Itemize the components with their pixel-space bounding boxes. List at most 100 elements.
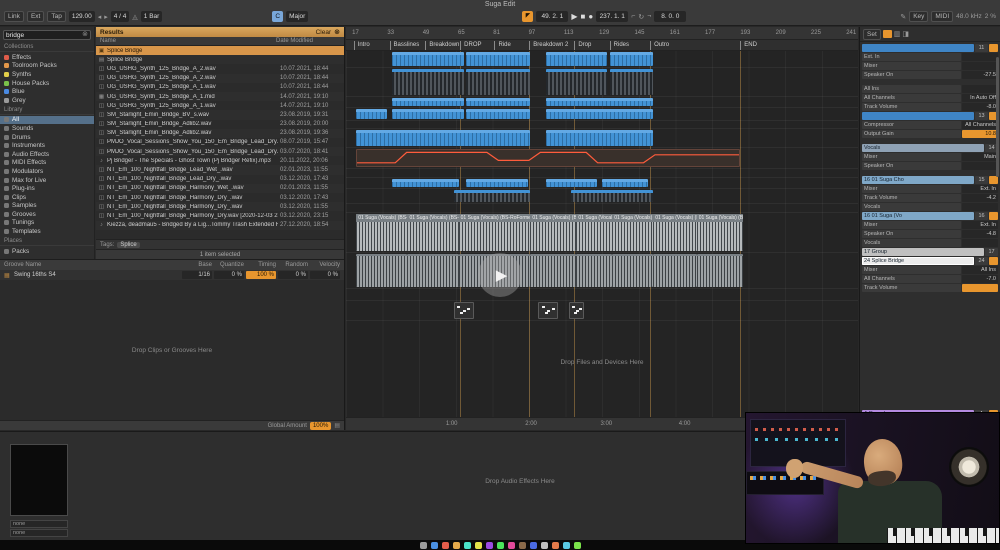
dock-icon[interactable] [573, 541, 581, 549]
groove-col-random[interactable]: Random [278, 262, 308, 268]
wave-clip[interactable] [466, 69, 531, 95]
vocalwave-clip[interactable] [653, 254, 697, 287]
locator-outro[interactable]: Outro [650, 41, 669, 50]
groove-timing-value[interactable]: 100 % [246, 271, 276, 279]
track-number[interactable]: 11 [975, 44, 988, 52]
param-label[interactable]: Compressor [862, 121, 961, 129]
dock-icon[interactable] [540, 541, 548, 549]
file-row[interactable]: ◫ SM_Starlight_Emin_Bridge_BV_s.wav 23.08.… [96, 110, 344, 120]
device-param-row[interactable]: All Channels In Auto Off [862, 94, 998, 102]
param-label[interactable]: Speaker On [862, 71, 961, 79]
link-button[interactable]: Link [4, 11, 24, 22]
device-param-row[interactable]: Vocals [862, 203, 998, 211]
device-param-row[interactable]: Speaker On -27.5 [862, 71, 998, 79]
blue-clip[interactable] [609, 52, 654, 66]
param-label[interactable]: All Channels [862, 275, 961, 283]
dock-icon[interactable] [485, 541, 493, 549]
column-date-modified[interactable]: Date Modified [276, 38, 340, 44]
nudge-down-icon[interactable]: ◂ [98, 13, 102, 21]
param-label[interactable]: Mixer [862, 153, 961, 161]
param-value[interactable]: -7.0 [962, 275, 998, 283]
track-number[interactable]: 16 [975, 212, 988, 220]
sidebar-item-packs[interactable]: Packs [0, 247, 94, 256]
sidebar-item-samples[interactable]: Samples [0, 202, 94, 211]
video-play-button[interactable]: ▶ [478, 253, 522, 297]
clear-filters-button[interactable]: Clear [316, 29, 332, 36]
io-toggle[interactable] [882, 30, 892, 38]
ext-sync-button[interactable]: Ext [26, 11, 45, 22]
dock-icon[interactable] [463, 541, 471, 549]
stop-button[interactable]: ■ [581, 11, 586, 22]
groove-pool-icon[interactable]: ▤ [334, 422, 340, 429]
file-row[interactable]: ◫ UG_USHG_Synth_125_Bridge_A_2.wav 10.07.2… [96, 73, 344, 83]
sidebar-item-max-for-live[interactable]: Max for Live [0, 176, 94, 185]
param-value[interactable]: Ext. In [962, 185, 998, 193]
vocal-clip[interactable]: 01 Suga (Vocals) (BS-RoFormer) [653, 214, 697, 251]
key-map-button[interactable]: Key [909, 11, 929, 22]
param-value[interactable]: -8.0 [962, 103, 998, 111]
arm-button[interactable] [989, 212, 998, 220]
sidebar-item-effects[interactable]: Effects [0, 53, 94, 62]
blue-clip[interactable] [392, 179, 459, 187]
wave-clip[interactable] [545, 69, 608, 95]
device-param-row[interactable]: Compressor All Channels [862, 121, 998, 129]
param-label[interactable]: Ext. In [862, 53, 961, 61]
device-chooser-2[interactable]: none [10, 529, 68, 537]
groove-col-timing[interactable]: Timing [246, 262, 276, 268]
device-param-row[interactable]: Vocals [862, 239, 998, 247]
wave-clip[interactable] [392, 69, 464, 95]
sidebar-item-blue[interactable]: Blue [0, 87, 94, 96]
file-row[interactable]: ◫ SM_Starlight_Emin_Bridge_Adlib2.wav 23.0… [96, 128, 344, 138]
groove-name-header[interactable]: Groove Name [4, 262, 180, 268]
loop-start-field[interactable]: 237. 1. 1 [596, 11, 629, 22]
nudge-up-icon[interactable]: ▸ [104, 13, 108, 21]
blue-clip[interactable] [356, 130, 531, 146]
scrollbar[interactable] [996, 57, 999, 177]
file-row[interactable]: ◫ NT_Em_100_Nightfall_Bridge_Lead_Wet_.wa… [96, 165, 344, 175]
param-value[interactable]: In Auto Off [962, 94, 998, 102]
device-param-row[interactable]: Ext. In [862, 53, 998, 61]
param-label[interactable]: Vocals [862, 203, 961, 211]
track-header-11[interactable]: 11 [862, 44, 998, 52]
param-label[interactable]: Speaker On [862, 162, 961, 170]
file-row[interactable]: ▦ UG_USHG_Synth_125_Bridge_A_1.mid 14.07.2… [96, 91, 344, 102]
param-label[interactable]: Speaker On [862, 230, 961, 238]
vocalwave-clip[interactable] [576, 254, 613, 287]
param-value[interactable]: -4.8 [962, 230, 998, 238]
groove-velocity-value[interactable]: 0 % [310, 271, 340, 279]
groove-col-base[interactable]: Base [182, 262, 212, 268]
blue-clip[interactable] [466, 109, 531, 119]
dock-icon[interactable] [430, 541, 438, 549]
groove-col-velocity[interactable]: Velocity [310, 262, 340, 268]
param-value[interactable]: Ext. In [962, 221, 998, 229]
blue-clip[interactable] [392, 52, 464, 66]
tap-tempo-button[interactable]: Tap [47, 11, 66, 22]
file-row[interactable]: ▤ Splice Bridge [96, 55, 344, 65]
file-row[interactable]: ♪ Kiezza, deadmau5 - Bridged By a Lig...T… [96, 220, 344, 230]
device-param-row[interactable]: Speaker On [862, 162, 998, 170]
file-row[interactable]: ◫ NT_Em_100_Nightfall_Bridge_Lead_Dry_.wa… [96, 175, 344, 184]
arrangement-position-field[interactable]: 49. 2. 1 [536, 11, 569, 22]
param-label[interactable]: Mixer [862, 221, 961, 229]
vocalwave-clip[interactable] [696, 254, 743, 287]
scale-root-menu[interactable]: C [272, 11, 284, 22]
sidebar-item-house-packs[interactable]: House Packs [0, 79, 94, 88]
dock-icon[interactable] [507, 541, 515, 549]
blue-clip[interactable] [466, 179, 528, 187]
dock-icon[interactable] [474, 541, 482, 549]
track-header-17-group[interactable]: 17 Group 17 [862, 248, 998, 256]
blue-clip[interactable] [466, 98, 531, 106]
device-param-row[interactable]: Track Volume -8.0 [862, 103, 998, 111]
arm-button[interactable] [989, 257, 998, 265]
sidebar-item-modulators[interactable]: Modulators [0, 167, 94, 176]
vocalwave-clip[interactable] [530, 254, 577, 287]
sidebar-item-synths[interactable]: Synths [0, 70, 94, 79]
blue-clip[interactable] [392, 109, 464, 119]
vocal-clip[interactable]: 01 Suga (Vocals) (BS-RoFormer) [530, 214, 577, 251]
param-label[interactable]: Track Volume [862, 194, 961, 202]
groove-base-value[interactable]: 1/16 [182, 271, 212, 279]
close-results-icon[interactable]: ⊗ [334, 28, 340, 36]
sidebar-item-all[interactable]: All [0, 115, 94, 125]
param-value[interactable]: -4.2 [962, 194, 998, 202]
groove-random-value[interactable]: 0 % [278, 271, 308, 279]
